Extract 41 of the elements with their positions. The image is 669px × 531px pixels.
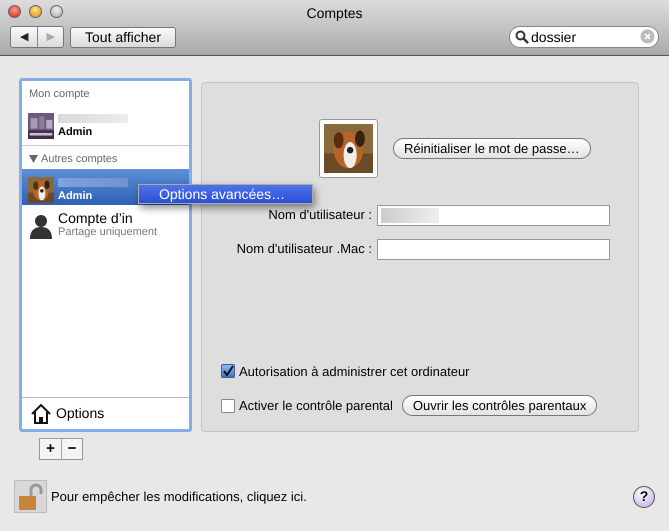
zoom-button[interactable] [50,5,63,18]
add-button[interactable]: + [40,439,61,459]
section-heading: Autres comptes [41,152,118,166]
section-heading: Mon compte [29,87,90,102]
expanded-triangle-icon[interactable] [29,154,38,163]
checkbox[interactable] [221,398,235,412]
checkbox-label: Activer le contrôle parental [239,396,393,415]
checkbox[interactable] [221,364,235,378]
window-title: Comptes [306,5,363,21]
account-name: Compte d’in [58,211,134,226]
close-button[interactable] [8,5,21,18]
menu-item[interactable]: Options avancées… [139,185,312,203]
minimize-button[interactable] [29,5,42,18]
search-field[interactable]: dossier [509,26,659,48]
account-row[interactable]: Compte d’in Partage uniquement [22,205,189,241]
lock-button[interactable] [14,480,47,513]
account-row[interactable]: Admin [22,104,189,140]
account-role: Admin [58,126,94,138]
reset-password-button[interactable]: Réinitialiser le mot de passe… [393,138,591,159]
redacted-name [58,114,128,122]
show-all-button[interactable]: Tout afficher [70,26,176,48]
field-label: Nom d'utilisateur .Mac : [236,240,373,258]
redacted-name [58,178,128,187]
back-button[interactable]: ◀ [11,27,37,47]
house-icon [30,402,52,424]
person-silhouette-icon [28,213,54,239]
remove-button[interactable]: − [61,439,82,459]
lock-message: Pour empêcher les modifications, cliquez ici. [51,488,307,506]
options-row[interactable]: Options [22,397,189,429]
search-icon [515,30,529,44]
text-field[interactable] [377,204,610,226]
field-label: Nom d'utilisateur : [267,206,373,224]
account-role: Partage uniquement [58,226,158,239]
checkbox-label: Autorisation à administrer cet ordinateur [239,362,470,380]
parental-controls-button[interactable]: Ouvrir les contrôles parentaux [402,395,598,416]
account-role: Admin [58,190,94,203]
unlocked-padlock-icon [18,482,44,510]
help-button[interactable]: ? [633,486,655,508]
redacted-value [381,208,439,222]
text-field[interactable] [377,238,610,260]
avatar-well[interactable] [319,119,378,178]
